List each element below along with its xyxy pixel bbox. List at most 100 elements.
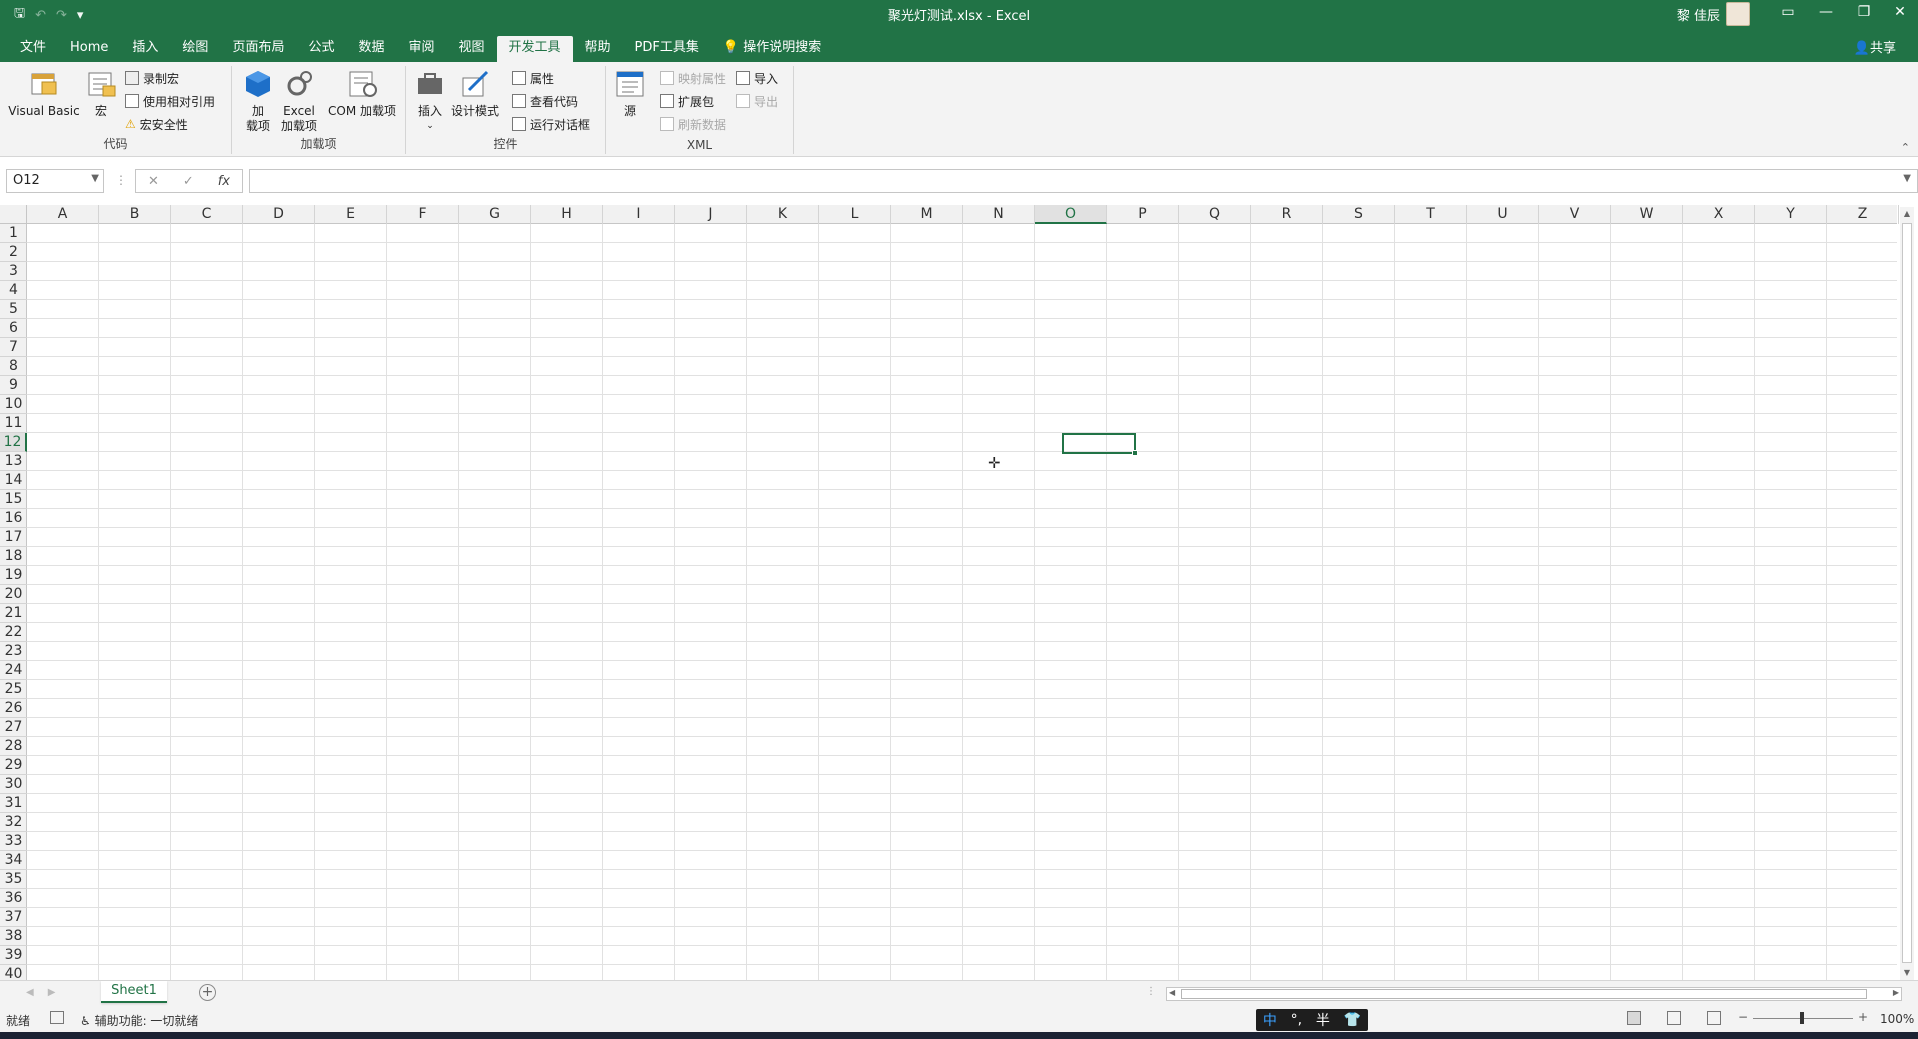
- run-dialog-button[interactable]: 运行对话框: [512, 114, 590, 134]
- enter-icon[interactable]: ✓: [183, 174, 194, 189]
- collapse-ribbon-icon[interactable]: ⌃: [1901, 141, 1910, 154]
- column-header[interactable]: E: [315, 205, 387, 224]
- column-header[interactable]: F: [387, 205, 459, 224]
- insert-function-icon[interactable]: fx: [218, 174, 230, 189]
- row-header[interactable]: 18: [0, 547, 27, 566]
- row-header[interactable]: 19: [0, 566, 27, 585]
- row-header[interactable]: 1: [0, 224, 27, 243]
- row-header[interactable]: 6: [0, 319, 27, 338]
- vertical-dots-icon[interactable]: ⋮: [1146, 986, 1156, 997]
- macros-button[interactable]: 宏: [82, 68, 120, 119]
- column-header[interactable]: A: [27, 205, 99, 224]
- visual-basic-button[interactable]: Visual Basic: [6, 68, 82, 119]
- user-name[interactable]: 黎 佳辰: [1677, 5, 1720, 24]
- horizontal-scroll-thumb[interactable]: [1181, 989, 1867, 999]
- ime-width[interactable]: 半: [1316, 1010, 1330, 1030]
- row-header[interactable]: 35: [0, 870, 27, 889]
- export-button[interactable]: 导出: [736, 91, 778, 111]
- row-header[interactable]: 39: [0, 946, 27, 965]
- column-header[interactable]: L: [819, 205, 891, 224]
- row-header[interactable]: 32: [0, 813, 27, 832]
- view-code-button[interactable]: 查看代码: [512, 91, 578, 111]
- column-header[interactable]: C: [171, 205, 243, 224]
- tab-review[interactable]: 审阅: [396, 36, 446, 62]
- refresh-data-button[interactable]: 刷新数据: [660, 114, 726, 134]
- select-all-button[interactable]: [0, 205, 27, 224]
- vertical-dots-icon[interactable]: ⋮: [115, 173, 127, 187]
- tab-pdf-tools[interactable]: PDF工具集: [623, 36, 711, 62]
- column-header[interactable]: B: [99, 205, 171, 224]
- tab-help[interactable]: 帮助: [573, 36, 623, 62]
- row-header[interactable]: 22: [0, 623, 27, 642]
- row-header[interactable]: 24: [0, 661, 27, 680]
- vertical-scrollbar[interactable]: ▲ ▼: [1900, 207, 1914, 980]
- row-header[interactable]: 21: [0, 604, 27, 623]
- row-header[interactable]: 17: [0, 528, 27, 547]
- ribbon-display-icon[interactable]: ▭: [1776, 4, 1800, 20]
- expand-formula-bar-icon[interactable]: ▼: [1903, 173, 1911, 184]
- name-box[interactable]: O12 ▼: [6, 169, 104, 193]
- design-mode-button[interactable]: 设计模式: [450, 68, 500, 119]
- active-cell[interactable]: [1062, 433, 1138, 456]
- tab-view[interactable]: 视图: [447, 36, 497, 62]
- minimize-icon[interactable]: —: [1814, 4, 1838, 20]
- scroll-down-icon[interactable]: ▼: [1900, 966, 1914, 980]
- addins-button[interactable]: 加 载项: [240, 68, 276, 134]
- column-header[interactable]: T: [1395, 205, 1467, 224]
- row-header[interactable]: 30: [0, 775, 27, 794]
- horizontal-scrollbar[interactable]: ◀ ▶: [1166, 987, 1902, 1001]
- tab-formulas[interactable]: 公式: [296, 36, 346, 62]
- row-header[interactable]: 29: [0, 756, 27, 775]
- page-layout-view-icon[interactable]: [1667, 1011, 1681, 1025]
- row-header[interactable]: 8: [0, 357, 27, 376]
- tab-developer[interactable]: 开发工具: [496, 36, 573, 62]
- zoom-slider-thumb[interactable]: [1800, 1012, 1804, 1024]
- row-header[interactable]: 27: [0, 718, 27, 737]
- column-header[interactable]: W: [1611, 205, 1683, 224]
- com-addins-button[interactable]: COM 加载项: [324, 68, 400, 119]
- row-header[interactable]: 25: [0, 680, 27, 699]
- insert-control-button[interactable]: 插入 ⌄: [412, 68, 448, 134]
- column-header[interactable]: J: [675, 205, 747, 224]
- row-header[interactable]: 34: [0, 851, 27, 870]
- column-header[interactable]: Z: [1827, 205, 1899, 224]
- row-header[interactable]: 14: [0, 471, 27, 490]
- avatar[interactable]: [1726, 2, 1750, 26]
- shirt-icon[interactable]: 👕: [1344, 1012, 1361, 1028]
- column-header[interactable]: G: [459, 205, 531, 224]
- macro-security-button[interactable]: ⚠ 宏安全性: [125, 114, 188, 134]
- row-header[interactable]: 3: [0, 262, 27, 281]
- row-header[interactable]: 31: [0, 794, 27, 813]
- zoom-out-icon[interactable]: −: [1738, 1010, 1748, 1024]
- excel-addins-button[interactable]: Excel 加载项: [278, 68, 320, 134]
- scroll-right-icon[interactable]: ▶: [1893, 988, 1899, 997]
- column-header[interactable]: D: [243, 205, 315, 224]
- zoom-in-icon[interactable]: +: [1858, 1010, 1868, 1024]
- fill-handle[interactable]: [1132, 450, 1138, 456]
- row-header[interactable]: 16: [0, 509, 27, 528]
- row-header[interactable]: 38: [0, 927, 27, 946]
- chevron-down-icon[interactable]: ▼: [91, 173, 99, 184]
- tab-home[interactable]: Home: [58, 36, 120, 62]
- column-header[interactable]: H: [531, 205, 603, 224]
- row-header[interactable]: 23: [0, 642, 27, 661]
- row-header[interactable]: 2: [0, 243, 27, 262]
- column-header[interactable]: V: [1539, 205, 1611, 224]
- accessibility-status[interactable]: ♿ 辅助功能: 一切就绪: [80, 1012, 198, 1029]
- column-header[interactable]: U: [1467, 205, 1539, 224]
- row-header[interactable]: 7: [0, 338, 27, 357]
- tell-me-search[interactable]: 💡 操作说明搜索: [711, 36, 833, 62]
- tab-data[interactable]: 数据: [346, 36, 396, 62]
- row-header[interactable]: 36: [0, 889, 27, 908]
- zoom-level[interactable]: 100%: [1880, 1012, 1914, 1026]
- vertical-scroll-thumb[interactable]: [1902, 223, 1912, 963]
- tab-insert[interactable]: 插入: [120, 36, 170, 62]
- row-header[interactable]: 37: [0, 908, 27, 927]
- row-header[interactable]: 40: [0, 965, 27, 980]
- row-header[interactable]: 9: [0, 376, 27, 395]
- column-header[interactable]: O: [1035, 205, 1107, 224]
- column-header[interactable]: M: [891, 205, 963, 224]
- row-header[interactable]: 12: [0, 433, 27, 452]
- row-header[interactable]: 20: [0, 585, 27, 604]
- cancel-icon[interactable]: ✕: [148, 174, 159, 189]
